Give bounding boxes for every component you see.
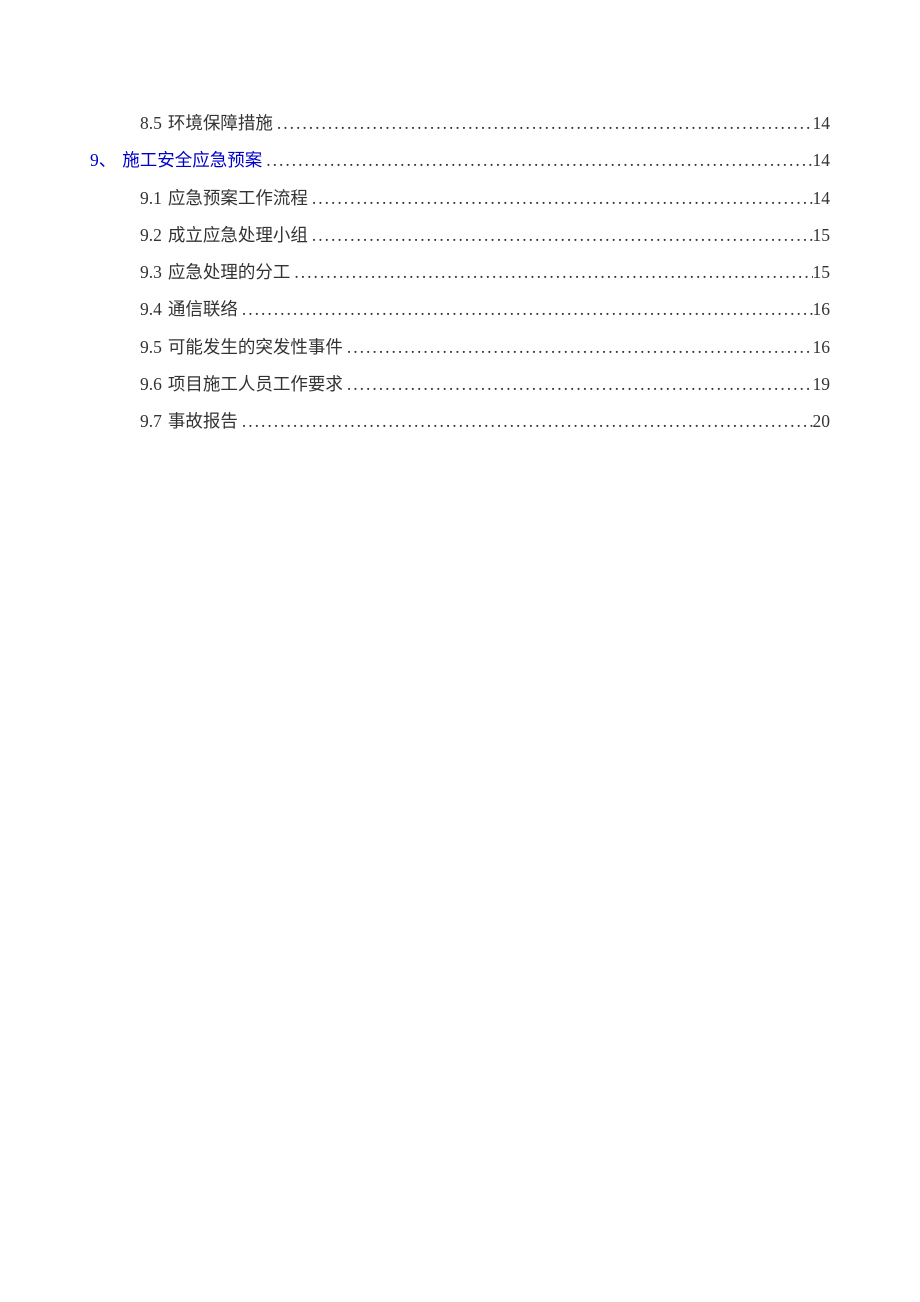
toc-leader-dots [308,222,813,248]
toc-entry-title: 可能发生的突发性事件 [168,334,343,360]
toc-entry[interactable]: 9.7 事故报告 20 [90,408,830,434]
toc-entry[interactable]: 9.5 可能发生的突发性事件 16 [90,334,830,360]
toc-entry-page: 15 [813,259,831,285]
toc-leader-dots [238,408,813,434]
toc-leader-dots [238,296,813,322]
toc-entry-number: 9.1 [140,185,162,211]
toc-entry-title: 通信联络 [168,296,238,322]
toc-entry-page: 14 [813,110,831,136]
toc-entry-page: 16 [813,334,831,360]
toc-leader-dots [273,110,813,136]
toc-entry-number: 9.5 [140,334,162,360]
toc-entry[interactable]: 9.2 成立应急处理小组 15 [90,222,830,248]
toc-entry-number: 9.2 [140,222,162,248]
toc-entry-number: 9.4 [140,296,162,322]
toc-entry[interactable]: 9.6 项目施工人员工作要求 19 [90,371,830,397]
toc-entry-page: 14 [813,185,831,211]
toc-entry-title: 应急处理的分工 [168,259,291,285]
toc-entry-number: 9.6 [140,371,162,397]
toc-entry-title: 环境保障措施 [168,110,273,136]
toc-entry-page: 15 [813,222,831,248]
toc-entry-title: 事故报告 [168,408,238,434]
toc-entry-page: 16 [813,296,831,322]
toc-leader-dots [308,185,813,211]
toc-entry-number: 9.7 [140,408,162,434]
toc-leader-dots [262,147,812,173]
table-of-contents: 8.5 环境保障措施 14 9、施工安全应急预案 14 9.1 应急预案工作流程 14 9.2 成… [90,110,830,434]
toc-entry[interactable]: 9.4 通信联络 16 [90,296,830,322]
toc-entry-title: 应急预案工作流程 [168,185,308,211]
toc-entry[interactable]: 9、施工安全应急预案 14 [90,147,830,173]
toc-leader-dots [343,371,813,397]
toc-entry-title: 施工安全应急预案 [122,147,262,173]
toc-entry-title: 成立应急处理小组 [168,222,308,248]
toc-entry-page: 14 [813,147,831,173]
toc-entry-number: 9、 [90,147,116,173]
toc-entry-number: 9.3 [140,259,162,285]
toc-entry-title: 项目施工人员工作要求 [168,371,343,397]
toc-entry-page: 20 [813,408,831,434]
toc-entry[interactable]: 9.3 应急处理的分工 15 [90,259,830,285]
toc-entry[interactable]: 9.1 应急预案工作流程 14 [90,185,830,211]
toc-entry[interactable]: 8.5 环境保障措施 14 [90,110,830,136]
toc-leader-dots [343,334,813,360]
toc-leader-dots [290,259,812,285]
toc-entry-number: 8.5 [140,110,162,136]
toc-entry-page: 19 [813,371,831,397]
